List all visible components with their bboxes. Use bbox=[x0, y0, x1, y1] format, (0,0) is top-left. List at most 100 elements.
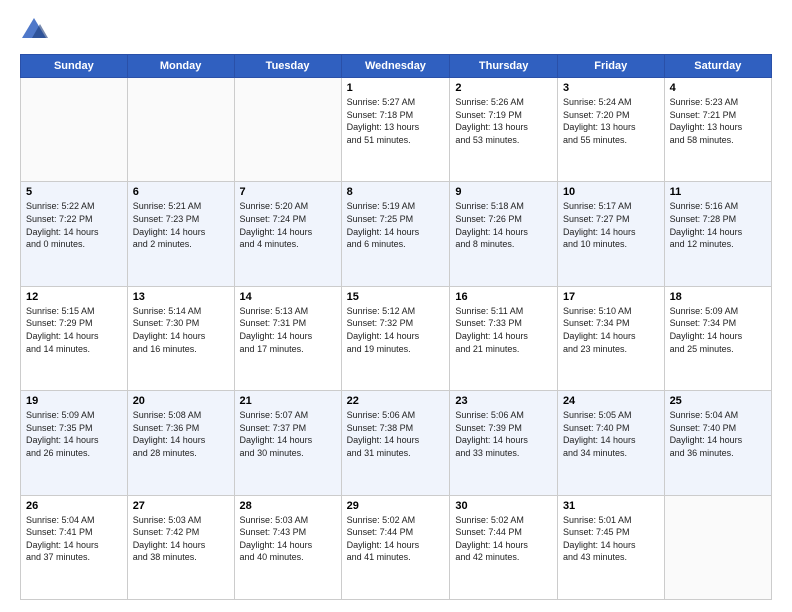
day-number: 31 bbox=[563, 500, 659, 512]
day-info: Sunrise: 5:16 AMSunset: 7:28 PMDaylight:… bbox=[670, 200, 766, 250]
day-number: 5 bbox=[26, 186, 122, 198]
day-info: Sunrise: 5:11 AMSunset: 7:33 PMDaylight:… bbox=[455, 305, 552, 355]
calendar-day-cell: 27 Sunrise: 5:03 AMSunset: 7:42 PMDayligh… bbox=[127, 495, 234, 599]
day-info: Sunrise: 5:08 AMSunset: 7:36 PMDaylight:… bbox=[133, 409, 229, 459]
day-number: 8 bbox=[347, 186, 445, 198]
calendar-day-cell: 18 Sunrise: 5:09 AMSunset: 7:34 PMDayligh… bbox=[664, 286, 771, 390]
day-header-thursday: Thursday bbox=[450, 55, 558, 78]
calendar-day-cell: 9 Sunrise: 5:18 AMSunset: 7:26 PMDaylight… bbox=[450, 182, 558, 286]
day-info: Sunrise: 5:06 AMSunset: 7:38 PMDaylight:… bbox=[347, 409, 445, 459]
calendar-day-cell: 5 Sunrise: 5:22 AMSunset: 7:22 PMDaylight… bbox=[21, 182, 128, 286]
day-number: 28 bbox=[240, 500, 336, 512]
day-number: 14 bbox=[240, 291, 336, 303]
calendar-day-cell: 14 Sunrise: 5:13 AMSunset: 7:31 PMDayligh… bbox=[234, 286, 341, 390]
calendar-week-row: 5 Sunrise: 5:22 AMSunset: 7:22 PMDaylight… bbox=[21, 182, 772, 286]
calendar-day-cell: 21 Sunrise: 5:07 AMSunset: 7:37 PMDayligh… bbox=[234, 391, 341, 495]
day-header-tuesday: Tuesday bbox=[234, 55, 341, 78]
day-info: Sunrise: 5:09 AMSunset: 7:35 PMDaylight:… bbox=[26, 409, 122, 459]
day-number: 26 bbox=[26, 500, 122, 512]
day-info: Sunrise: 5:03 AMSunset: 7:42 PMDaylight:… bbox=[133, 514, 229, 564]
day-number: 11 bbox=[670, 186, 766, 198]
calendar-day-cell: 2 Sunrise: 5:26 AMSunset: 7:19 PMDaylight… bbox=[450, 78, 558, 182]
day-number: 6 bbox=[133, 186, 229, 198]
day-number: 2 bbox=[455, 82, 552, 94]
day-info: Sunrise: 5:24 AMSunset: 7:20 PMDaylight:… bbox=[563, 96, 659, 146]
day-number: 25 bbox=[670, 395, 766, 407]
day-info: Sunrise: 5:04 AMSunset: 7:41 PMDaylight:… bbox=[26, 514, 122, 564]
calendar-week-row: 19 Sunrise: 5:09 AMSunset: 7:35 PMDayligh… bbox=[21, 391, 772, 495]
day-number: 12 bbox=[26, 291, 122, 303]
calendar-header-row: SundayMondayTuesdayWednesdayThursdayFrid… bbox=[21, 55, 772, 78]
day-number: 27 bbox=[133, 500, 229, 512]
day-number: 7 bbox=[240, 186, 336, 198]
day-number: 18 bbox=[670, 291, 766, 303]
day-info: Sunrise: 5:09 AMSunset: 7:34 PMDaylight:… bbox=[670, 305, 766, 355]
calendar-week-row: 1 Sunrise: 5:27 AMSunset: 7:18 PMDaylight… bbox=[21, 78, 772, 182]
day-info: Sunrise: 5:02 AMSunset: 7:44 PMDaylight:… bbox=[347, 514, 445, 564]
day-info: Sunrise: 5:27 AMSunset: 7:18 PMDaylight:… bbox=[347, 96, 445, 146]
empty-day-cell bbox=[127, 78, 234, 182]
day-number: 22 bbox=[347, 395, 445, 407]
calendar-day-cell: 20 Sunrise: 5:08 AMSunset: 7:36 PMDayligh… bbox=[127, 391, 234, 495]
calendar-day-cell: 11 Sunrise: 5:16 AMSunset: 7:28 PMDayligh… bbox=[664, 182, 771, 286]
day-info: Sunrise: 5:21 AMSunset: 7:23 PMDaylight:… bbox=[133, 200, 229, 250]
day-info: Sunrise: 5:12 AMSunset: 7:32 PMDaylight:… bbox=[347, 305, 445, 355]
calendar-day-cell: 19 Sunrise: 5:09 AMSunset: 7:35 PMDayligh… bbox=[21, 391, 128, 495]
calendar-day-cell: 4Sunrise: 5:23 AMSunset: 7:21 PMDaylight… bbox=[664, 78, 771, 182]
day-info: Sunrise: 5:19 AMSunset: 7:25 PMDaylight:… bbox=[347, 200, 445, 250]
logo-area bbox=[20, 16, 50, 44]
calendar-day-cell: 7 Sunrise: 5:20 AMSunset: 7:24 PMDaylight… bbox=[234, 182, 341, 286]
calendar-table: SundayMondayTuesdayWednesdayThursdayFrid… bbox=[20, 54, 772, 600]
day-number: 1 bbox=[347, 82, 445, 94]
logo-icon bbox=[20, 16, 48, 44]
calendar-day-cell: 26 Sunrise: 5:04 AMSunset: 7:41 PMDayligh… bbox=[21, 495, 128, 599]
day-number: 30 bbox=[455, 500, 552, 512]
day-info: Sunrise: 5:18 AMSunset: 7:26 PMDaylight:… bbox=[455, 200, 552, 250]
calendar-day-cell: 12 Sunrise: 5:15 AMSunset: 7:29 PMDayligh… bbox=[21, 286, 128, 390]
day-info: Sunrise: 5:23 AMSunset: 7:21 PMDaylight:… bbox=[670, 96, 766, 146]
day-number: 23 bbox=[455, 395, 552, 407]
day-number: 17 bbox=[563, 291, 659, 303]
calendar-day-cell: 25Sunrise: 5:04 AMSunset: 7:40 PMDayligh… bbox=[664, 391, 771, 495]
calendar-day-cell: 17Sunrise: 5:10 AMSunset: 7:34 PMDayligh… bbox=[557, 286, 664, 390]
day-info: Sunrise: 5:02 AMSunset: 7:44 PMDaylight:… bbox=[455, 514, 552, 564]
day-info: Sunrise: 5:01 AMSunset: 7:45 PMDaylight:… bbox=[563, 514, 659, 564]
day-info: Sunrise: 5:07 AMSunset: 7:37 PMDaylight:… bbox=[240, 409, 336, 459]
calendar-day-cell: 31 Sunrise: 5:01 AMSunset: 7:45 PMDayligh… bbox=[557, 495, 664, 599]
day-number: 21 bbox=[240, 395, 336, 407]
calendar-day-cell: 24 Sunrise: 5:05 AMSunset: 7:40 PMDayligh… bbox=[557, 391, 664, 495]
empty-day-cell bbox=[234, 78, 341, 182]
header bbox=[20, 16, 772, 44]
empty-day-cell bbox=[21, 78, 128, 182]
day-info: Sunrise: 5:17 AMSunset: 7:27 PMDaylight:… bbox=[563, 200, 659, 250]
day-header-wednesday: Wednesday bbox=[341, 55, 450, 78]
empty-day-cell bbox=[664, 495, 771, 599]
calendar-day-cell: 3 Sunrise: 5:24 AMSunset: 7:20 PMDaylight… bbox=[557, 78, 664, 182]
day-number: 3 bbox=[563, 82, 659, 94]
day-info: Sunrise: 5:06 AMSunset: 7:39 PMDaylight:… bbox=[455, 409, 552, 459]
calendar-day-cell: 22 Sunrise: 5:06 AMSunset: 7:38 PMDayligh… bbox=[341, 391, 450, 495]
calendar-day-cell: 13Sunrise: 5:14 AMSunset: 7:30 PMDayligh… bbox=[127, 286, 234, 390]
calendar-day-cell: 1 Sunrise: 5:27 AMSunset: 7:18 PMDaylight… bbox=[341, 78, 450, 182]
day-number: 24 bbox=[563, 395, 659, 407]
calendar-day-cell: 8 Sunrise: 5:19 AMSunset: 7:25 PMDaylight… bbox=[341, 182, 450, 286]
day-number: 20 bbox=[133, 395, 229, 407]
day-number: 19 bbox=[26, 395, 122, 407]
day-info: Sunrise: 5:14 AMSunset: 7:30 PMDaylight:… bbox=[133, 305, 229, 355]
calendar-day-cell: 23 Sunrise: 5:06 AMSunset: 7:39 PMDayligh… bbox=[450, 391, 558, 495]
day-info: Sunrise: 5:03 AMSunset: 7:43 PMDaylight:… bbox=[240, 514, 336, 564]
calendar-day-cell: 29 Sunrise: 5:02 AMSunset: 7:44 PMDayligh… bbox=[341, 495, 450, 599]
day-info: Sunrise: 5:26 AMSunset: 7:19 PMDaylight:… bbox=[455, 96, 552, 146]
day-number: 9 bbox=[455, 186, 552, 198]
day-number: 29 bbox=[347, 500, 445, 512]
day-info: Sunrise: 5:20 AMSunset: 7:24 PMDaylight:… bbox=[240, 200, 336, 250]
day-header-sunday: Sunday bbox=[21, 55, 128, 78]
day-info: Sunrise: 5:15 AMSunset: 7:29 PMDaylight:… bbox=[26, 305, 122, 355]
day-info: Sunrise: 5:22 AMSunset: 7:22 PMDaylight:… bbox=[26, 200, 122, 250]
day-number: 16 bbox=[455, 291, 552, 303]
calendar-day-cell: 30 Sunrise: 5:02 AMSunset: 7:44 PMDayligh… bbox=[450, 495, 558, 599]
day-info: Sunrise: 5:05 AMSunset: 7:40 PMDaylight:… bbox=[563, 409, 659, 459]
calendar-day-cell: 28 Sunrise: 5:03 AMSunset: 7:43 PMDayligh… bbox=[234, 495, 341, 599]
day-info: Sunrise: 5:13 AMSunset: 7:31 PMDaylight:… bbox=[240, 305, 336, 355]
calendar-week-row: 12 Sunrise: 5:15 AMSunset: 7:29 PMDayligh… bbox=[21, 286, 772, 390]
